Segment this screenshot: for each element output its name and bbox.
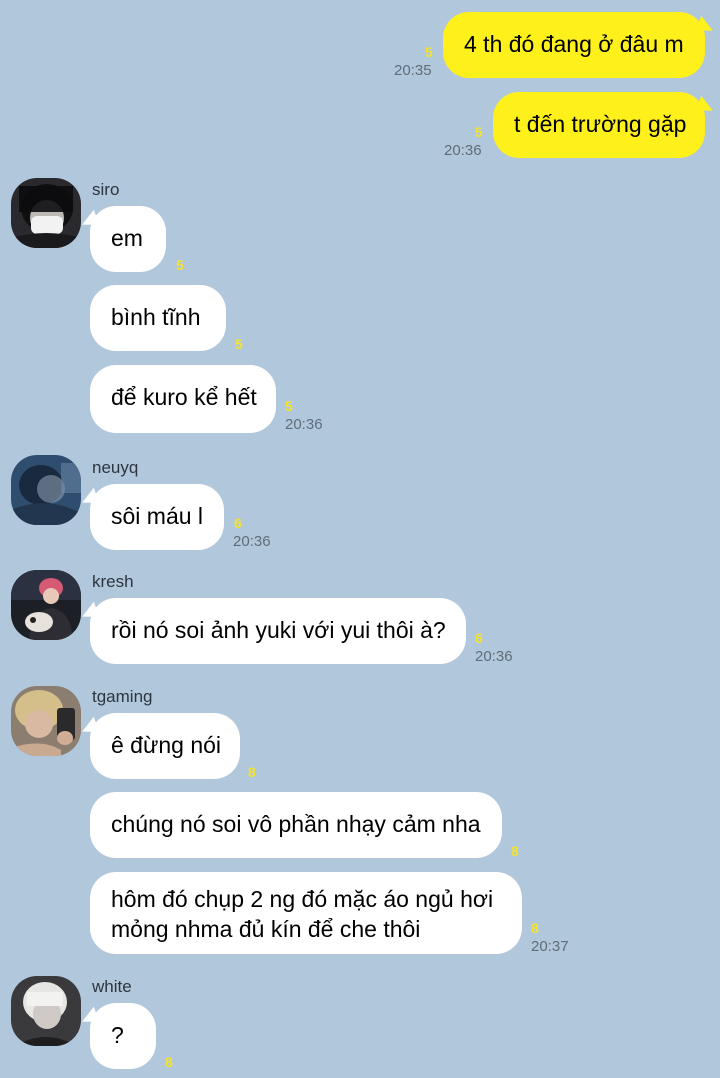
unread-count: 8 — [248, 764, 256, 780]
unread-count: 5 — [235, 336, 243, 352]
message-time: 20:37 — [531, 938, 569, 955]
unread-count: 5 — [285, 398, 293, 414]
sender-name: siro — [92, 180, 120, 199]
message-text: hôm đó chụp 2 ng đó mặc áo ngủ hơi mỏng … — [111, 886, 494, 942]
pink-hair-person-with-dog-avatar-icon — [11, 570, 81, 640]
message-bubble[interactable]: để kuro kể hết — [90, 365, 276, 433]
blonde-person-mirror-selfie-avatar-icon — [11, 686, 81, 756]
message-text: để kuro kể hết — [111, 384, 257, 410]
avatar[interactable] — [11, 178, 81, 248]
avatar[interactable] — [11, 686, 81, 756]
message-bubble[interactable]: sôi máu l — [90, 484, 224, 550]
white-hair-person-avatar-icon — [11, 976, 81, 1046]
message-text: 4 th đó đang ở đâu m — [464, 31, 684, 57]
sender-name: neuyq — [92, 458, 139, 477]
message-time: 20:36 — [285, 416, 323, 433]
message-text: chúng nó soi vô phần nhạy cảm nha — [111, 811, 481, 837]
my-message-bubble[interactable]: 4 th đó đang ở đâu m — [443, 12, 705, 78]
my-message-bubble[interactable]: t đến trường gặp — [493, 92, 705, 158]
message-text: ? — [111, 1022, 124, 1048]
message-bubble[interactable]: chúng nó soi vô phần nhạy cảm nha — [90, 792, 502, 858]
message-time: 20:36 — [475, 648, 513, 665]
sender-name: tgaming — [92, 687, 153, 706]
message-time: 20:36 — [233, 533, 271, 550]
message-text: t đến trường gặp — [514, 111, 687, 137]
sender-name: white — [92, 977, 132, 996]
dark-blue-person-avatar-icon — [11, 455, 81, 525]
message-bubble[interactable]: ê đừng nói — [90, 713, 240, 779]
avatar[interactable] — [11, 976, 81, 1046]
unread-count: 5 — [475, 124, 483, 140]
message-text: bình tĩnh — [111, 304, 201, 330]
message-time: 20:36 — [444, 142, 482, 159]
masked-person-avatar-icon — [11, 178, 81, 248]
unread-count: 8 — [165, 1054, 173, 1070]
message-time: 20:35 — [394, 62, 432, 79]
message-bubble[interactable]: ? — [90, 1003, 156, 1069]
unread-count: 5 — [425, 44, 433, 60]
unread-count: 6 — [475, 630, 483, 646]
message-bubble[interactable]: em — [90, 206, 166, 272]
message-bubble[interactable]: bình tĩnh — [90, 285, 226, 351]
message-text: em — [111, 225, 143, 251]
unread-count: 8 — [531, 920, 539, 936]
avatar[interactable] — [11, 570, 81, 640]
message-text: ê đừng nói — [111, 732, 222, 758]
unread-count: 5 — [176, 257, 184, 273]
sender-name: kresh — [92, 572, 134, 591]
message-bubble[interactable]: hôm đó chụp 2 ng đó mặc áo ngủ hơi mỏng … — [90, 872, 522, 954]
unread-count: 8 — [511, 843, 519, 859]
message-text: sôi máu l — [111, 503, 204, 529]
message-bubble[interactable]: rồi nó soi ảnh yuki với yui thôi à? — [90, 598, 466, 664]
unread-count: 6 — [234, 515, 242, 531]
message-text: rồi nó soi ảnh yuki với yui thôi à? — [111, 617, 446, 643]
avatar[interactable] — [11, 455, 81, 525]
